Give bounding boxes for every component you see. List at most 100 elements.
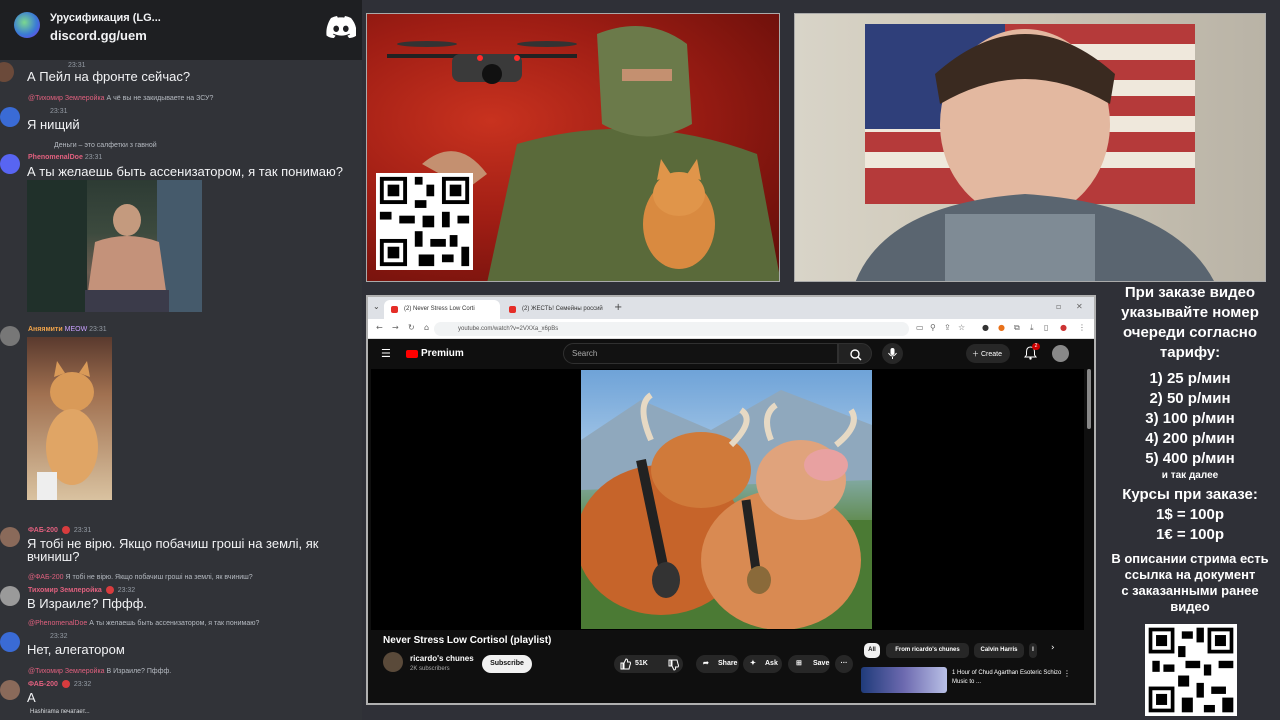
- video-frame-cows[interactable]: [581, 370, 872, 629]
- search-input[interactable]: Search: [563, 343, 838, 364]
- man-image: [27, 180, 202, 312]
- chip-calvin-harris[interactable]: Calvin Harris: [974, 643, 1024, 658]
- recommended-title[interactable]: 1 Hour of Chud Agarthan Esoteric Schizo …: [952, 669, 1062, 687]
- close-icon[interactable]: ✕: [1076, 302, 1083, 311]
- new-tab-button[interactable]: +: [614, 302, 622, 313]
- browser-menu-icon[interactable]: ⋮: [1078, 323, 1086, 332]
- qr-code-document[interactable]: [1145, 624, 1237, 716]
- message-time: 23:31: [84, 154, 103, 161]
- reply-preview[interactable]: @PhenomenalDoe А ты желаешь быть ассениз…: [28, 620, 259, 627]
- tariff-line: 1) 25 р/мин: [1149, 370, 1231, 387]
- message-time: 23:31: [89, 326, 107, 333]
- youtube-premium-label[interactable]: Premium: [421, 348, 464, 359]
- ask-button[interactable]: ✦ Ask: [743, 655, 782, 673]
- thumbs-down-icon[interactable]: [667, 659, 679, 671]
- extension-icon[interactable]: ●: [998, 323, 1005, 332]
- more-actions-button[interactable]: ···: [835, 655, 853, 673]
- reload-icon[interactable]: ↻: [408, 323, 415, 332]
- extension-icon[interactable]: ●: [982, 323, 989, 332]
- doc-line: с заказанными ранее: [1121, 583, 1259, 598]
- recommended-thumbnail[interactable]: [861, 667, 947, 693]
- search-button[interactable]: [838, 343, 872, 364]
- account-avatar[interactable]: [1052, 345, 1069, 362]
- bookmark-icon[interactable]: ☆: [958, 323, 965, 332]
- user-avatar[interactable]: [0, 62, 14, 82]
- home-icon[interactable]: ⌂: [424, 323, 429, 332]
- message-author: ФАБ-200: [28, 680, 58, 688]
- stream-layout: Урусификация (LG... discord.gg/uem 23:31…: [0, 0, 1280, 720]
- zoom-icon[interactable]: ⚲: [930, 323, 936, 332]
- rate-line: 1€ = 100р: [1156, 526, 1224, 543]
- info-heading-line: указывайте номер: [1121, 304, 1259, 321]
- youtube-logo-icon[interactable]: [406, 350, 418, 358]
- chip-all[interactable]: All: [864, 643, 880, 658]
- message-time: 23:31: [73, 526, 92, 534]
- discord-chat-panel: Урусификация (LG... discord.gg/uem 23:31…: [0, 0, 362, 720]
- server-icon[interactable]: [14, 12, 40, 38]
- sidebar-icon[interactable]: ▯: [1044, 323, 1048, 332]
- chip-from-channel[interactable]: From ricardo's chunes: [886, 643, 969, 658]
- bookmark-add-icon: ⊞: [796, 660, 802, 667]
- url-input[interactable]: youtube.com/watch?v=2VXXa_x6pBs: [434, 322, 909, 336]
- channel-avatar[interactable]: [383, 652, 403, 672]
- soldier-cat-artwork: [366, 13, 780, 282]
- share-page-icon[interactable]: ⇪: [944, 323, 951, 332]
- message-text: А Пейл на фронте сейчас?: [27, 69, 191, 84]
- extensions-puzzle-icon[interactable]: ⧉: [1014, 323, 1020, 333]
- sparkle-icon: ✦: [750, 660, 756, 667]
- notification-count-badge: 2: [1032, 343, 1040, 350]
- user-avatar[interactable]: [0, 632, 20, 652]
- downloads-icon[interactable]: ⤓: [1030, 323, 1034, 333]
- scroll-thumb[interactable]: [1087, 369, 1091, 429]
- tab-family[interactable]: (2) ЖЕСТЬ! Семейны россий: [502, 300, 618, 319]
- reply-preview[interactable]: @ФАБ-200 Я тобі не вірю. Якщо побачиш гр…: [28, 574, 253, 581]
- minimize-icon[interactable]: ▫: [1056, 302, 1061, 311]
- qr-code-icon: [379, 176, 470, 267]
- hamburger-menu-icon[interactable]: ☰: [381, 347, 391, 360]
- info-heading-line: При заказе видео: [1124, 284, 1256, 301]
- voice-search-button[interactable]: [882, 343, 903, 364]
- like-button[interactable]: 51K: [614, 655, 683, 673]
- doc-line: ссылка на документ: [1124, 567, 1256, 582]
- user-avatar[interactable]: [0, 107, 20, 127]
- discord-header: Урусификация (LG... discord.gg/uem: [0, 0, 362, 60]
- cat-image: [37, 361, 98, 500]
- profile-icon[interactable]: ●: [1060, 323, 1067, 332]
- server-invite[interactable]: discord.gg/uem: [50, 28, 147, 43]
- user-avatar[interactable]: [0, 326, 20, 346]
- video-player[interactable]: [371, 369, 1084, 630]
- back-icon[interactable]: ←: [376, 323, 383, 332]
- discord-logo-icon: [326, 16, 356, 38]
- tariff-line: 4) 200 р/мин: [1145, 430, 1235, 447]
- discord-avatar-icon[interactable]: [0, 154, 20, 174]
- attached-gif-man[interactable]: [27, 180, 202, 312]
- qr-code-art[interactable]: [376, 173, 473, 270]
- channel-name[interactable]: ricardo's chunes: [410, 654, 474, 663]
- share-button[interactable]: ➦ Share: [696, 655, 739, 673]
- tab-search-icon[interactable]: ⌄: [373, 302, 380, 311]
- attached-cat-image[interactable]: [27, 337, 112, 500]
- chip-truncated[interactable]: I: [1029, 643, 1037, 658]
- chevron-right-icon[interactable]: ›: [1051, 643, 1055, 653]
- subscribe-button[interactable]: Subscribe: [482, 655, 532, 673]
- reply-preview[interactable]: @Тихомир Землеройка А чё вы не закидывае…: [28, 95, 213, 102]
- cast-icon[interactable]: ▭: [916, 323, 924, 332]
- user-avatar[interactable]: [0, 586, 20, 606]
- role-badge: MEOW: [64, 326, 88, 333]
- tab-never-stress[interactable]: (2) Never Stress Low Corti: [384, 300, 500, 319]
- server-name[interactable]: Урусификация (LG...: [50, 12, 161, 24]
- browser-window: ⌄ (2) Never Stress Low Corti (2) ЖЕСТЬ! …: [366, 295, 1096, 705]
- rate-line: 1$ = 100р: [1156, 506, 1224, 523]
- tariff-line: 5) 400 р/мин: [1145, 450, 1235, 467]
- forward-icon[interactable]: →: [392, 323, 399, 332]
- reply-preview[interactable]: @Тихомир Землеройка В Израиле? Пффф.: [28, 668, 171, 675]
- message-author: PhenomenalDoe: [28, 154, 83, 161]
- page-scrollbar[interactable]: [1086, 369, 1092, 669]
- user-avatar[interactable]: [0, 527, 20, 547]
- user-avatar[interactable]: [0, 680, 20, 700]
- create-button[interactable]: ＋ Create: [966, 344, 1010, 363]
- reply-preview[interactable]: Деньги – это салфетки з гавной: [54, 142, 157, 149]
- save-button[interactable]: ⊞ Save: [788, 655, 830, 673]
- recommended-menu-icon[interactable]: ⋮: [1063, 669, 1071, 678]
- webcam-image: [855, 24, 1214, 281]
